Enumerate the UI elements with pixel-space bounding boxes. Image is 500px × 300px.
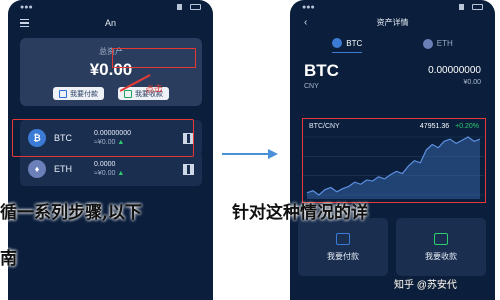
bitcoin-icon bbox=[332, 38, 343, 48]
coin-row-eth[interactable]: ♦ ETH 0.0000 ≈¥0.00 ▲ bbox=[20, 152, 202, 186]
overlay-caption-line-2: 南 bbox=[0, 249, 17, 269]
balance-amount: 0.00000000 bbox=[428, 65, 481, 76]
source-watermark: 知乎 @苏安代 bbox=[394, 280, 457, 291]
balance-section: BTC CNY 0.00000000 ¥0.00 bbox=[290, 53, 495, 97]
coin-name: ETH bbox=[54, 164, 72, 174]
coin-amount: 0.0000 bbox=[94, 161, 116, 168]
receive-highlight-box bbox=[112, 48, 196, 68]
send-icon bbox=[59, 89, 67, 98]
chart-price: 47951.36 bbox=[419, 123, 450, 130]
tab-label: ETH bbox=[436, 39, 453, 48]
coin-tabs: BTC ETH bbox=[290, 32, 495, 53]
chart-pair: BTC/CNY bbox=[309, 123, 340, 130]
ethereum-icon bbox=[422, 38, 433, 49]
price-chart-card: BTC/CNY 47951.36 +0.20% bbox=[302, 118, 486, 203]
tab-eth[interactable]: ETH bbox=[422, 38, 453, 53]
overlay-text-right: 针对这种情况的详 bbox=[232, 203, 368, 223]
overlay-text-left: 循一系列步骤,以下 bbox=[0, 203, 142, 223]
transition-arrow-icon bbox=[222, 149, 278, 159]
ethereum-icon: ♦ bbox=[28, 160, 46, 178]
price-line-chart bbox=[303, 136, 484, 199]
back-icon[interactable]: ‹ bbox=[304, 14, 307, 32]
receive-icon bbox=[124, 89, 132, 98]
tab-label: BTC bbox=[346, 38, 363, 48]
overlay-caption-line: 循一系列步骤,以下 针对这种情况的详 bbox=[0, 198, 500, 223]
send-icon bbox=[336, 232, 350, 245]
send-tile-label: 我要付款 bbox=[327, 251, 359, 261]
chart-change: +0.20% bbox=[455, 123, 479, 130]
tap-hint-label: 点击 bbox=[144, 83, 164, 95]
receive-tile-label: 我要收款 bbox=[425, 251, 457, 261]
wallet-title-bar: An bbox=[8, 14, 213, 32]
asset-detail-title-bar: ‹ 资产详情 bbox=[290, 14, 495, 32]
menu-icon[interactable] bbox=[20, 19, 29, 27]
signal-icon bbox=[177, 4, 187, 10]
receive-icon bbox=[434, 232, 448, 245]
balance-fiat: ¥0.00 bbox=[463, 79, 481, 86]
coin-fiat: ≈¥0.00 bbox=[94, 170, 116, 177]
tab-btc[interactable]: BTC bbox=[332, 38, 363, 53]
action-tiles: 我要付款 我要收款 bbox=[298, 218, 486, 276]
status-bar: ●●● bbox=[290, 0, 495, 14]
qr-code-icon[interactable] bbox=[183, 163, 194, 175]
battery-icon bbox=[190, 4, 201, 10]
send-tile-button[interactable]: 我要付款 bbox=[298, 218, 388, 276]
carrier-indicator: ●●● bbox=[302, 3, 315, 11]
page-title: 资产详情 bbox=[376, 18, 409, 27]
btc-row-highlight-box bbox=[12, 119, 194, 157]
send-button[interactable]: 我要付款 bbox=[53, 87, 104, 100]
carrier-indicator: ●●● bbox=[20, 3, 33, 11]
wallet-name: An bbox=[104, 18, 116, 28]
balance-currency: CNY bbox=[304, 83, 319, 90]
send-label: 我要付款 bbox=[70, 90, 98, 98]
trend-up-icon: ▲ bbox=[117, 170, 125, 177]
status-bar: ●●● bbox=[8, 0, 213, 14]
battery-icon bbox=[472, 4, 483, 10]
receive-tile-button[interactable]: 我要收款 bbox=[396, 218, 486, 276]
signal-icon bbox=[459, 4, 469, 10]
